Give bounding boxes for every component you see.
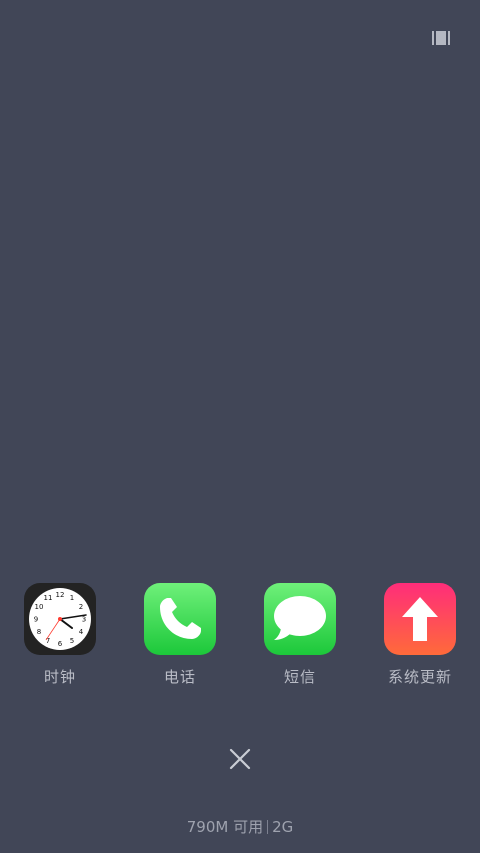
- phone-icon: [144, 583, 216, 655]
- messages-icon: [264, 583, 336, 655]
- memory-separator: [267, 820, 269, 834]
- close-icon: [229, 748, 251, 770]
- clock-number: 11: [44, 594, 53, 602]
- app-label: 短信: [283, 668, 316, 686]
- system-update-icon: [384, 583, 456, 655]
- app-messages[interactable]: 短信: [245, 583, 355, 687]
- clock-number: 9: [34, 616, 38, 624]
- clock-number: 2: [79, 603, 83, 611]
- app-clock[interactable]: 12 1 2 3 4 5 6 7 8 9 10 11 时钟: [5, 583, 115, 687]
- app-label: 系统更新: [387, 668, 452, 686]
- clear-all-button[interactable]: [226, 745, 254, 773]
- memory-available: 790M 可用: [186, 818, 264, 836]
- clock-number: 1: [70, 594, 74, 602]
- layout-toggle-icon[interactable]: [429, 29, 453, 47]
- app-label: 时钟: [43, 668, 76, 686]
- recent-apps-dock: 12 1 2 3 4 5 6 7 8 9 10 11 时钟 电话 短信 系统更新: [0, 583, 480, 693]
- clock-number: 7: [46, 637, 50, 645]
- clock-number: 5: [70, 637, 74, 645]
- memory-total: 2G: [272, 818, 294, 836]
- clock-number: 12: [56, 591, 65, 599]
- clock-number: 6: [58, 640, 63, 648]
- clock-icon: 12 1 2 3 4 5 6 7 8 9 10 11: [24, 583, 96, 655]
- clock-number: 4: [79, 628, 84, 636]
- app-label: 电话: [163, 668, 196, 686]
- clock-number: 3: [82, 616, 86, 624]
- memory-status: 790M 可用 2G: [0, 816, 480, 837]
- app-phone[interactable]: 电话: [125, 583, 235, 687]
- clock-number: 8: [37, 628, 41, 636]
- clock-number: 10: [35, 603, 44, 611]
- app-system-update[interactable]: 系统更新: [365, 583, 475, 687]
- recent-apps-screen: 12 1 2 3 4 5 6 7 8 9 10 11 时钟 电话 短信 系统更新…: [0, 0, 480, 853]
